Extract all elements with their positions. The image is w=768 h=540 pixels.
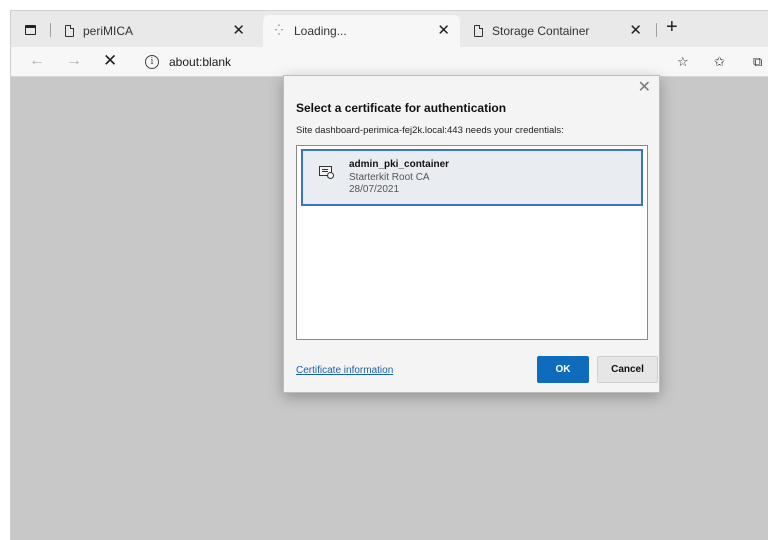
close-tab-icon[interactable]: ✕ bbox=[629, 23, 642, 38]
tab-label: Loading... bbox=[294, 24, 347, 38]
certificate-list[interactable]: admin_pki_container Starterkit Root CA 2… bbox=[296, 145, 648, 340]
address-url: about:blank bbox=[169, 55, 232, 69]
close-dialog-icon[interactable]: ✕ bbox=[638, 80, 651, 96]
loading-spinner-icon: ⁛ bbox=[275, 25, 283, 36]
stop-loading-icon[interactable]: ✕ bbox=[103, 52, 117, 70]
tab-actions-button[interactable] bbox=[19, 19, 41, 41]
forward-arrow-icon[interactable]: → bbox=[66, 52, 82, 70]
cancel-button[interactable]: Cancel bbox=[597, 356, 658, 383]
close-tab-icon[interactable]: ✕ bbox=[437, 23, 450, 38]
page-icon bbox=[65, 25, 74, 37]
browser-window: periMICA ✕ ⁛ Loading... ✕ Storage Contai… bbox=[10, 10, 768, 540]
tab-label: periMICA bbox=[83, 24, 134, 38]
tab-label: Storage Container bbox=[492, 24, 590, 38]
certificate-dialog: ✕ Select a certificate for authenticatio… bbox=[283, 75, 660, 393]
certificate-list-item[interactable]: admin_pki_container Starterkit Root CA 2… bbox=[301, 149, 643, 206]
tab-loading[interactable]: ⁛ Loading... ✕ bbox=[263, 15, 460, 47]
info-icon[interactable]: i bbox=[145, 55, 159, 69]
dialog-description: Site dashboard-perimica-fej2k.local:443 … bbox=[296, 125, 564, 136]
address-bar[interactable]: i about:blank bbox=[135, 50, 655, 74]
tab-separator bbox=[50, 23, 51, 37]
tab-perimica[interactable]: periMICA ✕ bbox=[55, 15, 255, 47]
tab-strip: periMICA ✕ ⁛ Loading... ✕ Storage Contai… bbox=[11, 11, 768, 47]
favorites-icon[interactable]: ✩ bbox=[714, 54, 725, 70]
add-favorite-icon[interactable]: ☆ bbox=[677, 54, 689, 70]
certificate-icon bbox=[319, 166, 334, 179]
browser-toolbar: ← → ✕ i about:blank ☆ ✩ ⧉ bbox=[11, 47, 768, 77]
collections-icon[interactable]: ⧉ bbox=[753, 54, 762, 70]
close-tab-icon[interactable]: ✕ bbox=[232, 23, 245, 38]
certificate-issuer: Starterkit Root CA bbox=[349, 172, 430, 183]
certificate-name: admin_pki_container bbox=[349, 159, 450, 170]
tab-storage-container[interactable]: Storage Container ✕ bbox=[462, 15, 652, 47]
certificate-date: 28/07/2021 bbox=[349, 184, 400, 195]
dialog-title: Select a certificate for authentication bbox=[296, 101, 507, 115]
tab-actions-icon bbox=[24, 25, 36, 35]
page-icon bbox=[474, 25, 483, 37]
new-tab-button[interactable]: + bbox=[666, 17, 678, 37]
ok-button[interactable]: OK bbox=[537, 356, 589, 383]
back-arrow-icon[interactable]: ← bbox=[29, 52, 45, 70]
certificate-information-link[interactable]: Certificate information bbox=[296, 365, 393, 376]
tab-separator bbox=[656, 23, 657, 37]
